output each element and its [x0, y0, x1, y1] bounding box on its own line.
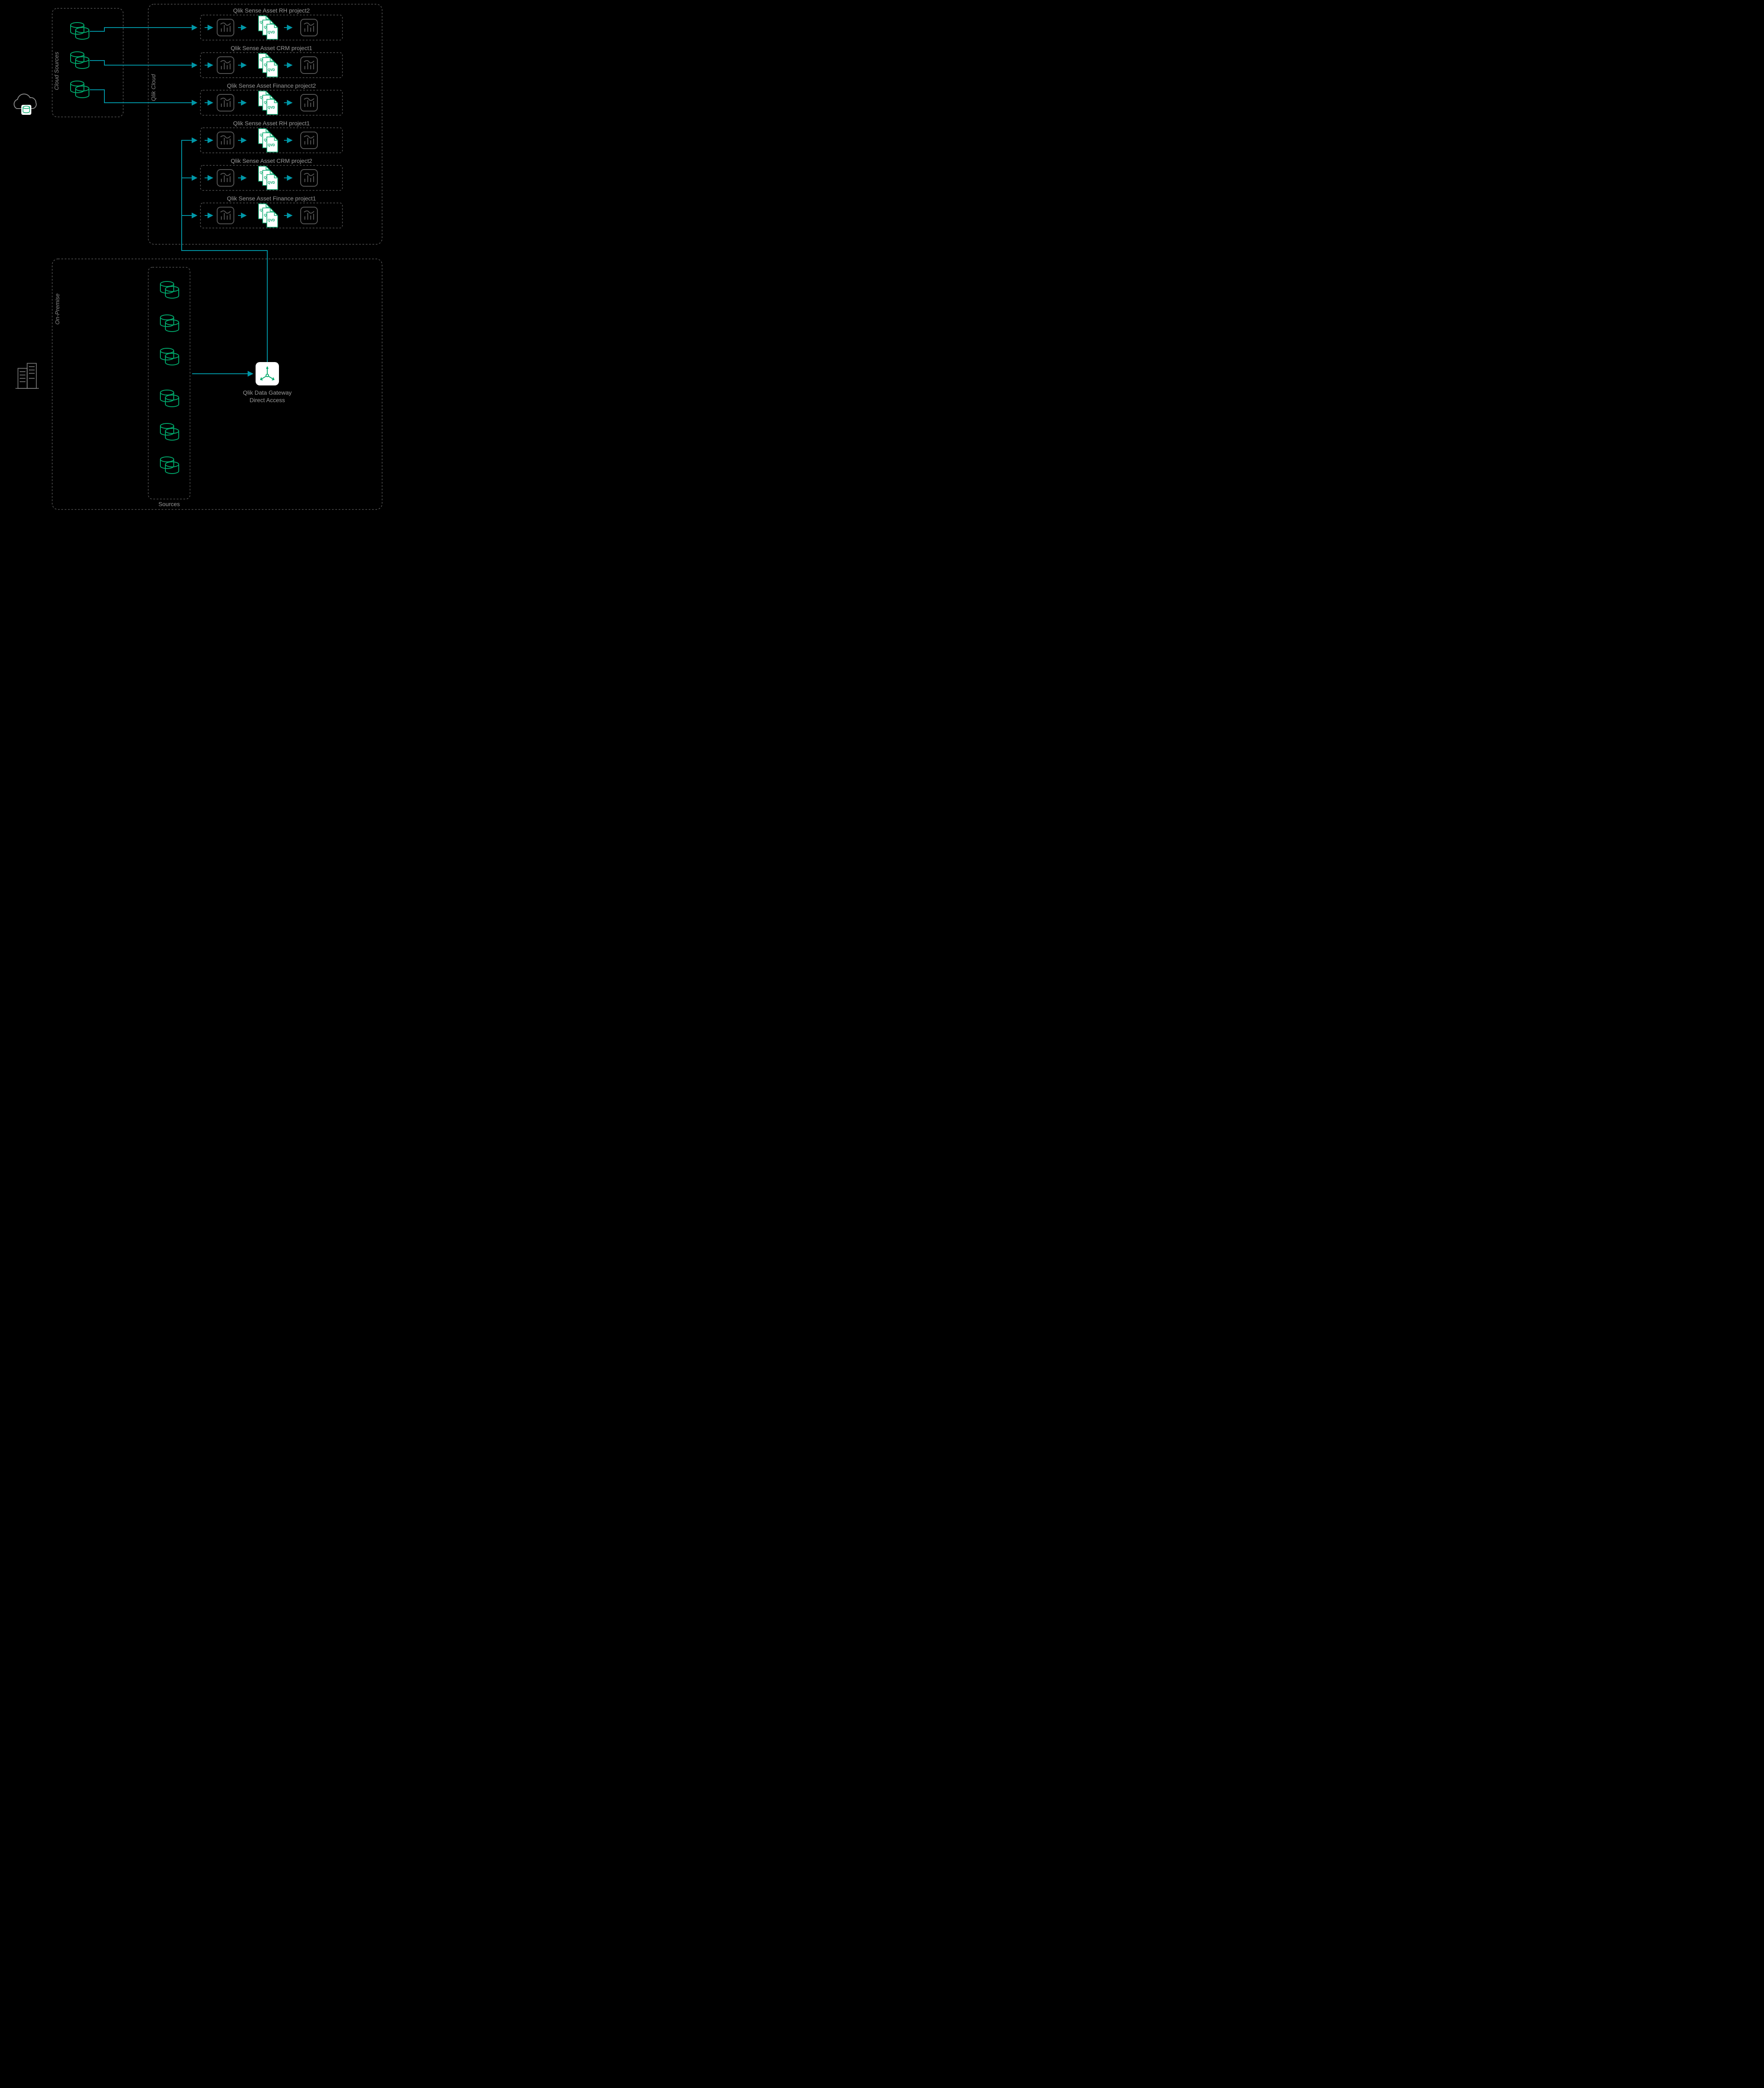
connector [90, 61, 196, 65]
sources-box [148, 267, 190, 499]
asset-label: Qlik Sense Asset Finance project2 [227, 82, 316, 89]
asset-label: Qlik Sense Asset RH project1 [233, 120, 310, 127]
database-icon [160, 281, 179, 298]
database-icon [71, 23, 89, 39]
qlik-cloud-label: Qlik Cloud [150, 74, 157, 101]
asset-group: Qlik Sense Asset RH project2 Qlik Sense … [200, 7, 342, 228]
on-premise-label: On-Premise [54, 293, 61, 324]
cloud-icon [14, 94, 36, 115]
database-icon [160, 457, 179, 474]
gateway-label: Qlik Data Gateway [243, 389, 292, 396]
asset-row [200, 90, 342, 115]
building-icon [15, 363, 39, 388]
asset-label: Qlik Sense Asset RH project2 [233, 7, 310, 14]
database-icon [71, 52, 89, 68]
database-icon [160, 390, 179, 407]
database-icon [160, 315, 179, 332]
asset-row [200, 128, 342, 153]
asset-row [200, 165, 342, 190]
cloud-sources-box [52, 8, 123, 117]
database-icon [160, 423, 179, 440]
cloud-sources-label: Cloud Sources [53, 52, 60, 90]
asset-label: Qlik Sense Asset Finance project1 [227, 195, 316, 202]
asset-label: Qlik Sense Asset CRM project1 [231, 45, 312, 51]
database-icon [71, 81, 89, 98]
gateway-label: Direct Access [250, 397, 285, 403]
asset-label: Qlik Sense Asset CRM project2 [231, 157, 312, 164]
asset-row [200, 203, 342, 228]
connector [90, 90, 196, 103]
database-icon [160, 348, 179, 365]
sources-label: Sources [158, 501, 180, 507]
asset-row [200, 53, 342, 78]
on-premise-box [52, 259, 382, 509]
connector [90, 28, 196, 31]
asset-row [200, 15, 342, 40]
gateway-node [256, 362, 279, 385]
architecture-diagram: QV QV QVD Cloud Sources Qlik Cloud Qlik … [0, 0, 401, 518]
